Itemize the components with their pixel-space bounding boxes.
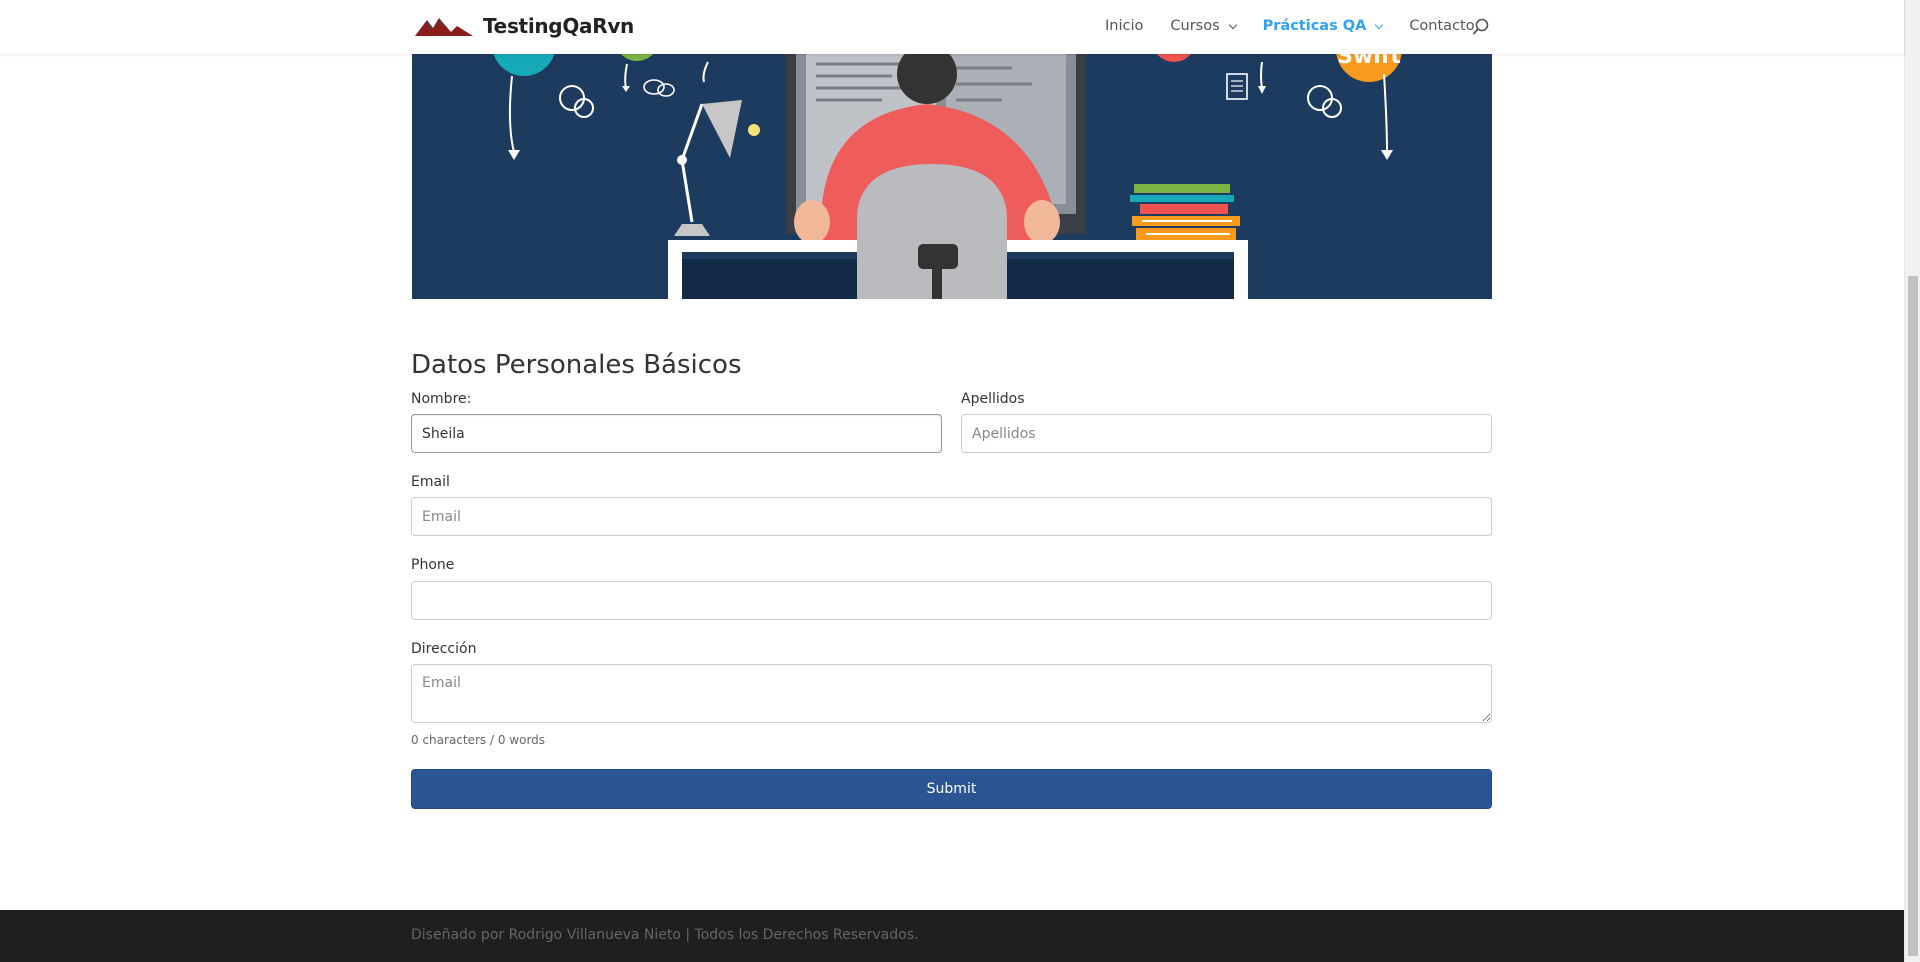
apellidos-input[interactable] <box>961 414 1492 453</box>
logo-text: TestingQaRvn <box>483 14 634 38</box>
nav-label: Cursos <box>1170 18 1220 34</box>
nombre-label: Nombre: <box>411 391 472 407</box>
email-label: Email <box>411 474 450 490</box>
form-title: Datos Personales Básicos <box>411 350 742 380</box>
search-button[interactable] <box>1472 18 1492 38</box>
nombre-input[interactable] <box>411 414 942 453</box>
hero-banner: Swift <box>412 54 1492 299</box>
page-scrollbar[interactable] <box>1904 0 1920 962</box>
nav-label: Prácticas QA <box>1262 18 1367 34</box>
mountain-logo-icon <box>415 18 473 36</box>
main-nav: Inicio Cursos Prácticas QA Contacto <box>1105 18 1502 34</box>
nav-item-contacto[interactable]: Contacto <box>1409 18 1474 34</box>
site-header: TestingQaRvn Inicio Cursos Prácticas QA … <box>0 0 1904 54</box>
footer-credits: Diseñado por Rodrigo Villanueva Nieto | … <box>411 927 919 943</box>
nav-item-inicio[interactable]: Inicio <box>1105 18 1143 34</box>
chevron-down-icon <box>1375 20 1384 29</box>
scrollbar-thumb[interactable] <box>1908 276 1918 956</box>
direccion-label: Dirección <box>411 641 477 657</box>
site-footer: Diseñado por Rodrigo Villanueva Nieto | … <box>0 910 1904 962</box>
search-icon <box>1472 18 1489 35</box>
nav-label: Contacto <box>1409 18 1475 34</box>
phone-input[interactable] <box>411 581 1492 620</box>
direccion-textarea[interactable] <box>411 664 1492 723</box>
apellidos-label: Apellidos <box>961 391 1025 407</box>
nav-item-cursos[interactable]: Cursos <box>1170 18 1237 34</box>
nav-item-practicas-qa[interactable]: Prácticas QA <box>1262 18 1384 34</box>
email-input[interactable] <box>411 497 1492 536</box>
phone-label: Phone <box>411 557 455 573</box>
submit-button[interactable]: Submit <box>411 769 1492 809</box>
character-word-counter: 0 characters / 0 words <box>411 733 546 747</box>
site-logo[interactable]: TestingQaRvn <box>415 14 634 38</box>
developer-illustration: Swift <box>412 54 1492 299</box>
chevron-down-icon <box>1228 20 1237 29</box>
swift-badge-text: Swift <box>1337 54 1401 69</box>
nav-label: Inicio <box>1105 18 1144 34</box>
